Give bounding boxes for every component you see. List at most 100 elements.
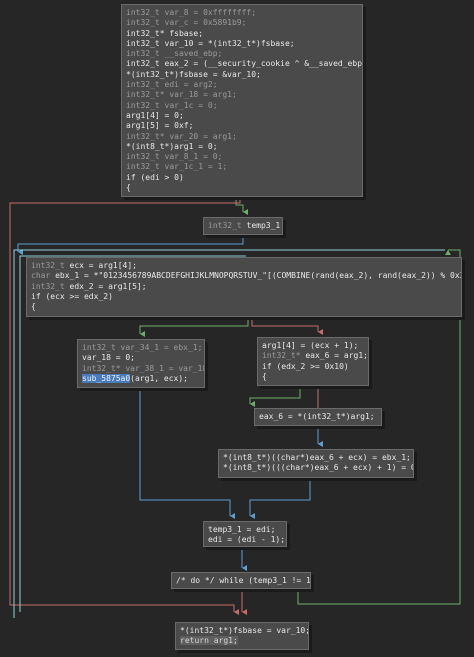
code-line[interactable]: int32_t var_34_1 = ebx_1; [82, 343, 202, 353]
code-token[interactable]: int32_t edi = arg2; [126, 80, 218, 89]
code-token[interactable]: arg1[4] = (ecx + 1); [262, 341, 358, 350]
code-token[interactable]: ecx = arg1[4]; [70, 261, 137, 270]
code-line[interactable]: int32_t var_8_1 = 0; [126, 152, 358, 162]
code-line[interactable]: int32_t* var_38_1 = var_18; [82, 364, 204, 374]
code-token[interactable]: int32_t var_8_1 = 0; [126, 152, 222, 161]
code-token[interactable]: var_18 = 0; [82, 353, 135, 362]
code-token[interactable]: if (edx_2 >= 0x10) [262, 362, 349, 371]
code-token[interactable]: int32_t var_8 = 0xffffffff; [126, 8, 256, 17]
function-call-token[interactable]: sub_5875a0 [82, 373, 131, 383]
code-token[interactable]: eax_6 = *(int32_t*)arg1; [259, 412, 375, 421]
code-token[interactable]: int32_t __saved_ebp; [126, 49, 222, 58]
code-token[interactable]: *(int32_t*)fsbase = &var_10; [126, 70, 261, 79]
code-line[interactable]: if (edx_2 >= 0x10) [262, 362, 364, 372]
code-line[interactable]: *(int8_t*)((char*)eax_6 + ecx) = ebx_1; [223, 453, 411, 463]
code-line[interactable]: return arg1; [180, 636, 304, 646]
code-token[interactable]: int32_t* var_38_1 = var_18; [82, 364, 204, 373]
code-token[interactable]: *(int8_t*)arg1 = 0; [126, 142, 218, 151]
code-line[interactable]: if (edi > 0) [126, 173, 358, 183]
code-line[interactable]: int32_t* eax_6 = arg1; [262, 351, 368, 361]
code-token[interactable]: int32_t eax_2 = (__security_cookie ^ &__… [126, 59, 362, 68]
temp-declaration-block[interactable]: int32_t temp3_1; [203, 217, 283, 235]
code-line[interactable]: edi = (edi - 1); [208, 535, 285, 545]
code-line[interactable]: int32_t ecx = arg1[4]; [31, 261, 457, 271]
code-line[interactable]: { [31, 302, 457, 312]
return-block[interactable]: *(int32_t*)fsbase = var_10; return arg1; [175, 622, 309, 650]
code-token[interactable]: edx_2 = arg1[5]; [70, 282, 147, 291]
code-token[interactable]: int32_t var_34_1 = ebx_1; [82, 343, 202, 352]
code-token[interactable]: *(int32_t*)fsbase = var_10; [180, 626, 308, 635]
code-token[interactable]: eax_6 = arg1; [305, 351, 368, 360]
decrement-counter-block[interactable]: temp3_1 = edi; edi = (edi - 1); [203, 521, 287, 547]
code-token[interactable]: int32_t* fsbase; [126, 29, 203, 38]
code-token[interactable]: *(int8_t*)((char*)eax_6 + ecx) = ebx_1; [223, 453, 411, 462]
code-line[interactable]: arg1[4] = 0; [126, 111, 358, 121]
code-token[interactable]: arg1[5] = 0xf; [126, 121, 193, 130]
code-line[interactable]: int32_t temp3_1; [208, 221, 282, 231]
code-line[interactable]: int32_t* var_20 = arg1; [126, 132, 358, 142]
code-token[interactable]: /* do */ while (temp3_1 != 1) [176, 576, 310, 585]
code-line[interactable]: var_18 = 0; [82, 353, 200, 363]
code-token[interactable]: return arg1; [180, 636, 238, 646]
code-token[interactable]: { [126, 183, 131, 192]
code-line[interactable]: /* do */ while (temp3_1 != 1) [176, 576, 310, 586]
loop-head-block[interactable]: int32_t ecx = arg1[4]; char ebx_1 = *"012… [26, 257, 462, 317]
code-token[interactable]: int32_t* [262, 351, 305, 360]
code-token[interactable]: int32_t var_1c_1 = 1; [126, 162, 227, 171]
code-token[interactable]: int32_t var_1c = 0; [126, 101, 218, 110]
code-line[interactable]: *(int32_t*)fsbase = var_10; [180, 626, 308, 636]
code-line[interactable]: int32_t eax_2 = (__security_cookie ^ &__… [126, 59, 362, 69]
code-token[interactable]: edi = (edi - 1); [208, 535, 285, 544]
code-line[interactable]: { [126, 183, 358, 193]
code-line[interactable]: *(int8_t*)arg1 = 0; [126, 142, 358, 152]
while-condition-block[interactable]: /* do */ while (temp3_1 != 1) [171, 572, 311, 589]
code-line[interactable]: *(int32_t*)fsbase = &var_10; [126, 70, 358, 80]
entry-block[interactable]: int32_t var_8 = 0xffffffff; int32_t var_c… [121, 4, 363, 197]
code-line[interactable]: temp3_1 = edi; [208, 525, 282, 535]
code-token[interactable]: int32_t [31, 261, 70, 270]
code-token[interactable]: *(int8_t*)(((char*)eax_6 + ecx) + 1) = 0… [223, 463, 413, 472]
code-line[interactable]: if (ecx >= edx_2) [31, 292, 457, 302]
code-line[interactable]: int32_t var_10 = *(int32_t*)fsbase; [126, 39, 358, 49]
code-token[interactable]: temp3_1 = edi; [208, 525, 275, 534]
code-line[interactable]: int32_t var_8 = 0xffffffff; [126, 8, 358, 18]
code-token[interactable]: (arg1, ecx); [130, 374, 188, 383]
code-line[interactable]: arg1[5] = 0xf; [126, 121, 358, 131]
graph-canvas[interactable]: int32_t var_8 = 0xffffffff; int32_t var_c… [0, 0, 474, 657]
deref-buffer-block[interactable]: eax_6 = *(int32_t*)arg1; [254, 408, 382, 426]
code-token[interactable]: int32_t var_10 = *(int32_t*)fsbase; [126, 39, 295, 48]
code-line[interactable]: int32_t var_1c_1 = 1; [126, 162, 358, 172]
code-token[interactable]: if (edi > 0) [126, 173, 184, 182]
code-line[interactable]: *(int8_t*)(((char*)eax_6 + ecx) + 1) = 0… [223, 463, 413, 473]
code-token[interactable]: { [262, 372, 267, 381]
edge-entry-true [235, 197, 248, 215]
code-token[interactable]: int32_t [208, 221, 247, 230]
code-line[interactable]: int32_t var_c = 0x5891b9; [126, 18, 358, 28]
code-line[interactable]: int32_t var_1c = 0; [126, 101, 358, 111]
code-line[interactable]: eax_6 = *(int32_t*)arg1; [259, 412, 377, 422]
store-char-block[interactable]: *(int8_t*)((char*)eax_6 + ecx) = ebx_1; *… [218, 449, 414, 478]
code-token[interactable]: int32_t [31, 282, 70, 291]
code-token[interactable]: { [31, 302, 36, 311]
code-token[interactable]: int32_t var_c = 0x5891b9; [126, 18, 246, 27]
code-token[interactable]: int32_t* var_18 = arg1; [126, 90, 237, 99]
code-line[interactable]: sub_5875a0(arg1, ecx); [82, 373, 200, 384]
code-line[interactable]: int32_t* fsbase; [126, 29, 358, 39]
code-line[interactable]: int32_t* var_18 = arg1; [126, 90, 358, 100]
code-token[interactable]: arg1[4] = 0; [126, 111, 184, 120]
code-token[interactable]: int32_t* var_20 = arg1; [126, 132, 237, 141]
code-line[interactable]: char ebx_1 = *"0123456789ABCDEFGHIJKLMNO… [31, 271, 461, 281]
code-line[interactable]: int32_t edi = arg2; [126, 80, 358, 90]
code-line[interactable]: int32_t __saved_ebp; [126, 49, 358, 59]
code-line[interactable]: int32_t edx_2 = arg1[5]; [31, 282, 457, 292]
code-token[interactable]: ebx_1 = *"0123456789ABCDEFGHIJKLMNOPQRST… [55, 271, 461, 280]
code-token[interactable]: temp3_1; [247, 221, 282, 230]
code-token[interactable]: if (ecx >= edx_2) [31, 292, 113, 301]
code-token[interactable]: char [31, 271, 55, 280]
code-line[interactable]: { [262, 372, 364, 382]
buffer-grow-block[interactable]: int32_t var_34_1 = ebx_1; var_18 = 0; int3… [77, 339, 205, 388]
edge-else-true [249, 386, 301, 407]
edge-store-to-dec [249, 478, 311, 519]
append-char-block[interactable]: arg1[4] = (ecx + 1); int32_t* eax_6 = arg… [257, 337, 369, 386]
code-line[interactable]: arg1[4] = (ecx + 1); [262, 341, 364, 351]
